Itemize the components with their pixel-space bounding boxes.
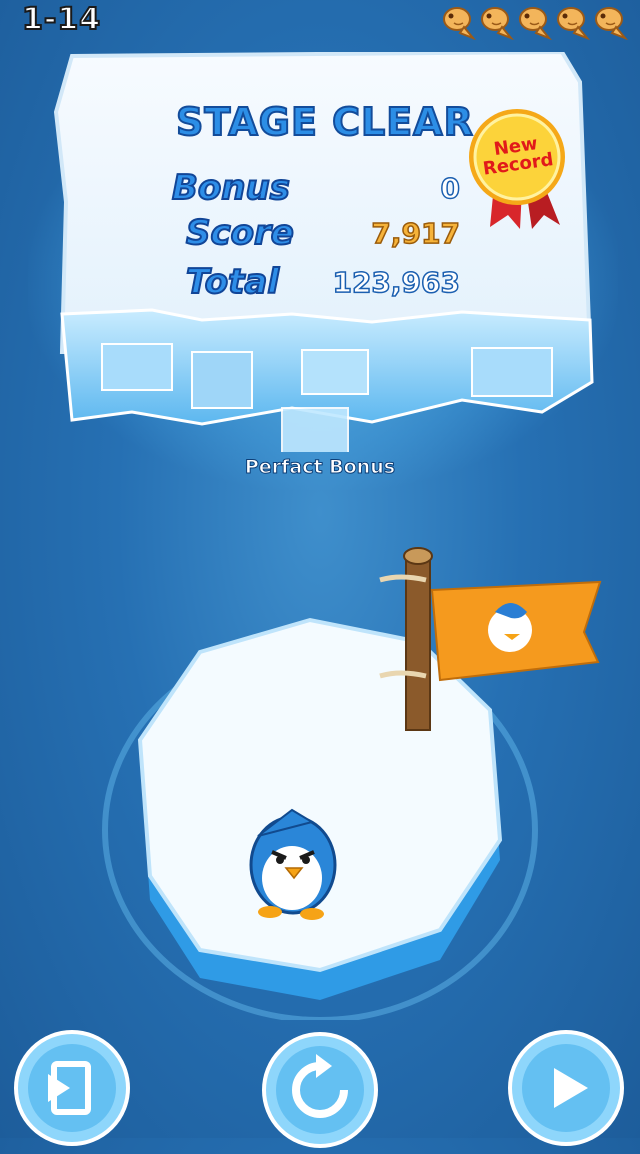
retry-button[interactable]: [260, 1030, 380, 1150]
total-label: Total: [185, 261, 280, 303]
bonus-label: Bonus: [171, 167, 291, 209]
next-stage-button[interactable]: [506, 1028, 626, 1148]
score-label: Score: [185, 212, 295, 254]
flag: [379, 547, 602, 731]
exit-door-icon: [14, 1030, 130, 1146]
fish-icon: [443, 7, 476, 40]
replay-icon: [262, 1032, 378, 1148]
game-scene: [102, 547, 602, 1020]
score-value: 7,917: [371, 216, 461, 251]
exit-button[interactable]: [12, 1028, 132, 1148]
fish-icon: [481, 7, 514, 40]
fish-icon: [595, 7, 628, 40]
fish-icon: [519, 7, 552, 40]
fish-counter: [440, 2, 628, 40]
total-value: 123,963: [332, 265, 461, 300]
level-indicator: 1-14: [21, 1, 102, 38]
bonus-value: 0: [440, 171, 461, 206]
perfect-bonus-label: Perfact Bonus: [244, 456, 396, 479]
stage-clear-title: STAGE CLEAR: [175, 99, 474, 145]
fish-icon: [557, 7, 590, 40]
play-icon: [508, 1030, 624, 1146]
